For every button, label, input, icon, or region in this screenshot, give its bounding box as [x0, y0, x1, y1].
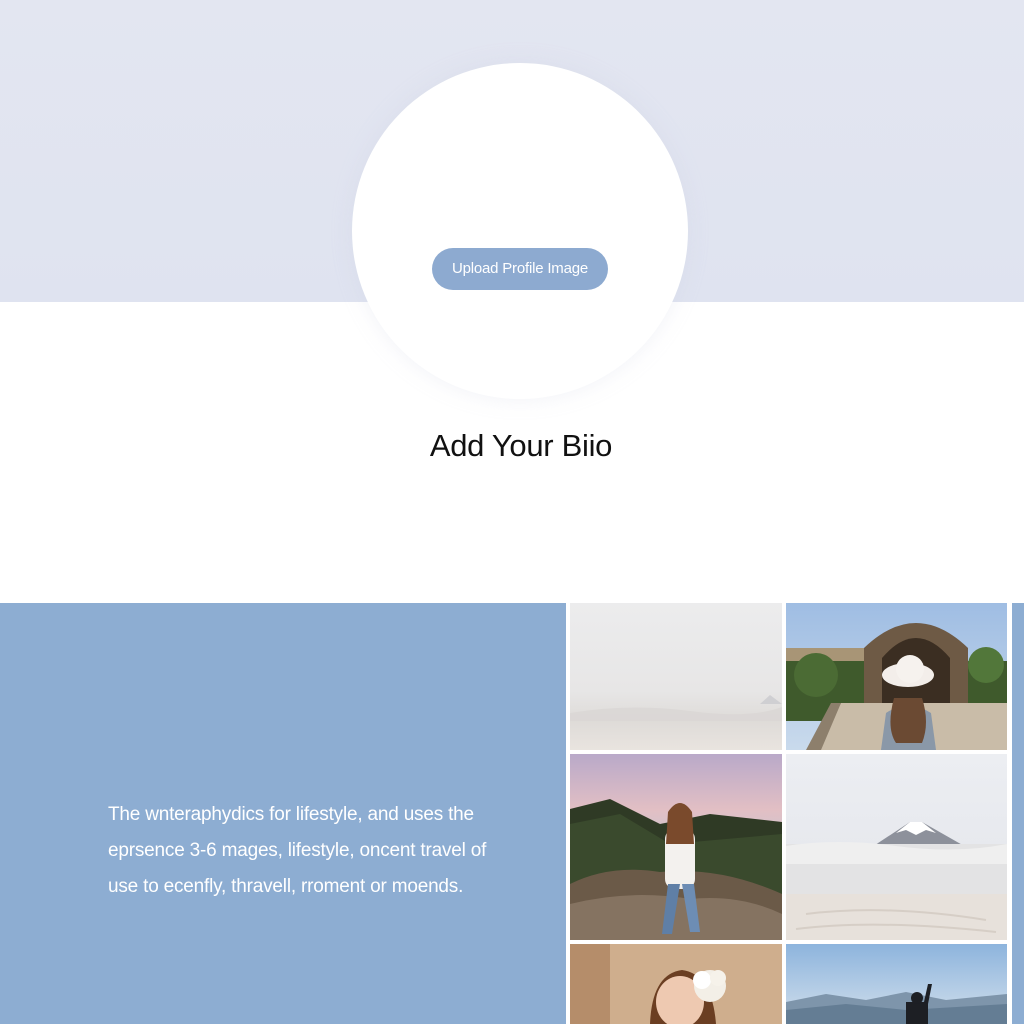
gallery-photo-woman-flowers[interactable] [570, 944, 782, 1024]
woman-hat-archway-image [786, 603, 1007, 750]
bio-line: The wnteraphydics for lifestyle, and use… [108, 804, 474, 825]
person-mountain-image [786, 944, 1007, 1024]
mountain-clouds-image [786, 754, 1007, 940]
profile-image-placeholder[interactable] [352, 63, 688, 399]
gallery-edge-strip [1012, 603, 1024, 1024]
gallery-photo-woman-rock[interactable] [570, 754, 782, 940]
bio-heading[interactable]: Add Your Biio [0, 428, 1024, 464]
misty-horizon-image [570, 603, 782, 750]
upload-profile-image-button[interactable]: Upload Profile Image [432, 248, 608, 290]
woman-flowers-image [570, 944, 782, 1024]
woman-rock-sunset-image [570, 754, 782, 940]
gallery-photo-person-mountain[interactable] [786, 944, 1007, 1024]
gallery-photo-woman-hat[interactable] [786, 603, 1007, 750]
bio-text: The wnteraphydics for lifestyle, and use… [108, 797, 548, 905]
gallery-photo-misty-horizon[interactable] [570, 603, 782, 750]
bio-line: eprsence 3-6 mages, lifestyle, oncent tr… [108, 840, 487, 861]
bio-line: use to ecenfly, thravell, rroment or moe… [108, 876, 464, 897]
photo-gallery [570, 603, 1024, 1024]
gallery-photo-mountain-clouds[interactable] [786, 754, 1007, 940]
